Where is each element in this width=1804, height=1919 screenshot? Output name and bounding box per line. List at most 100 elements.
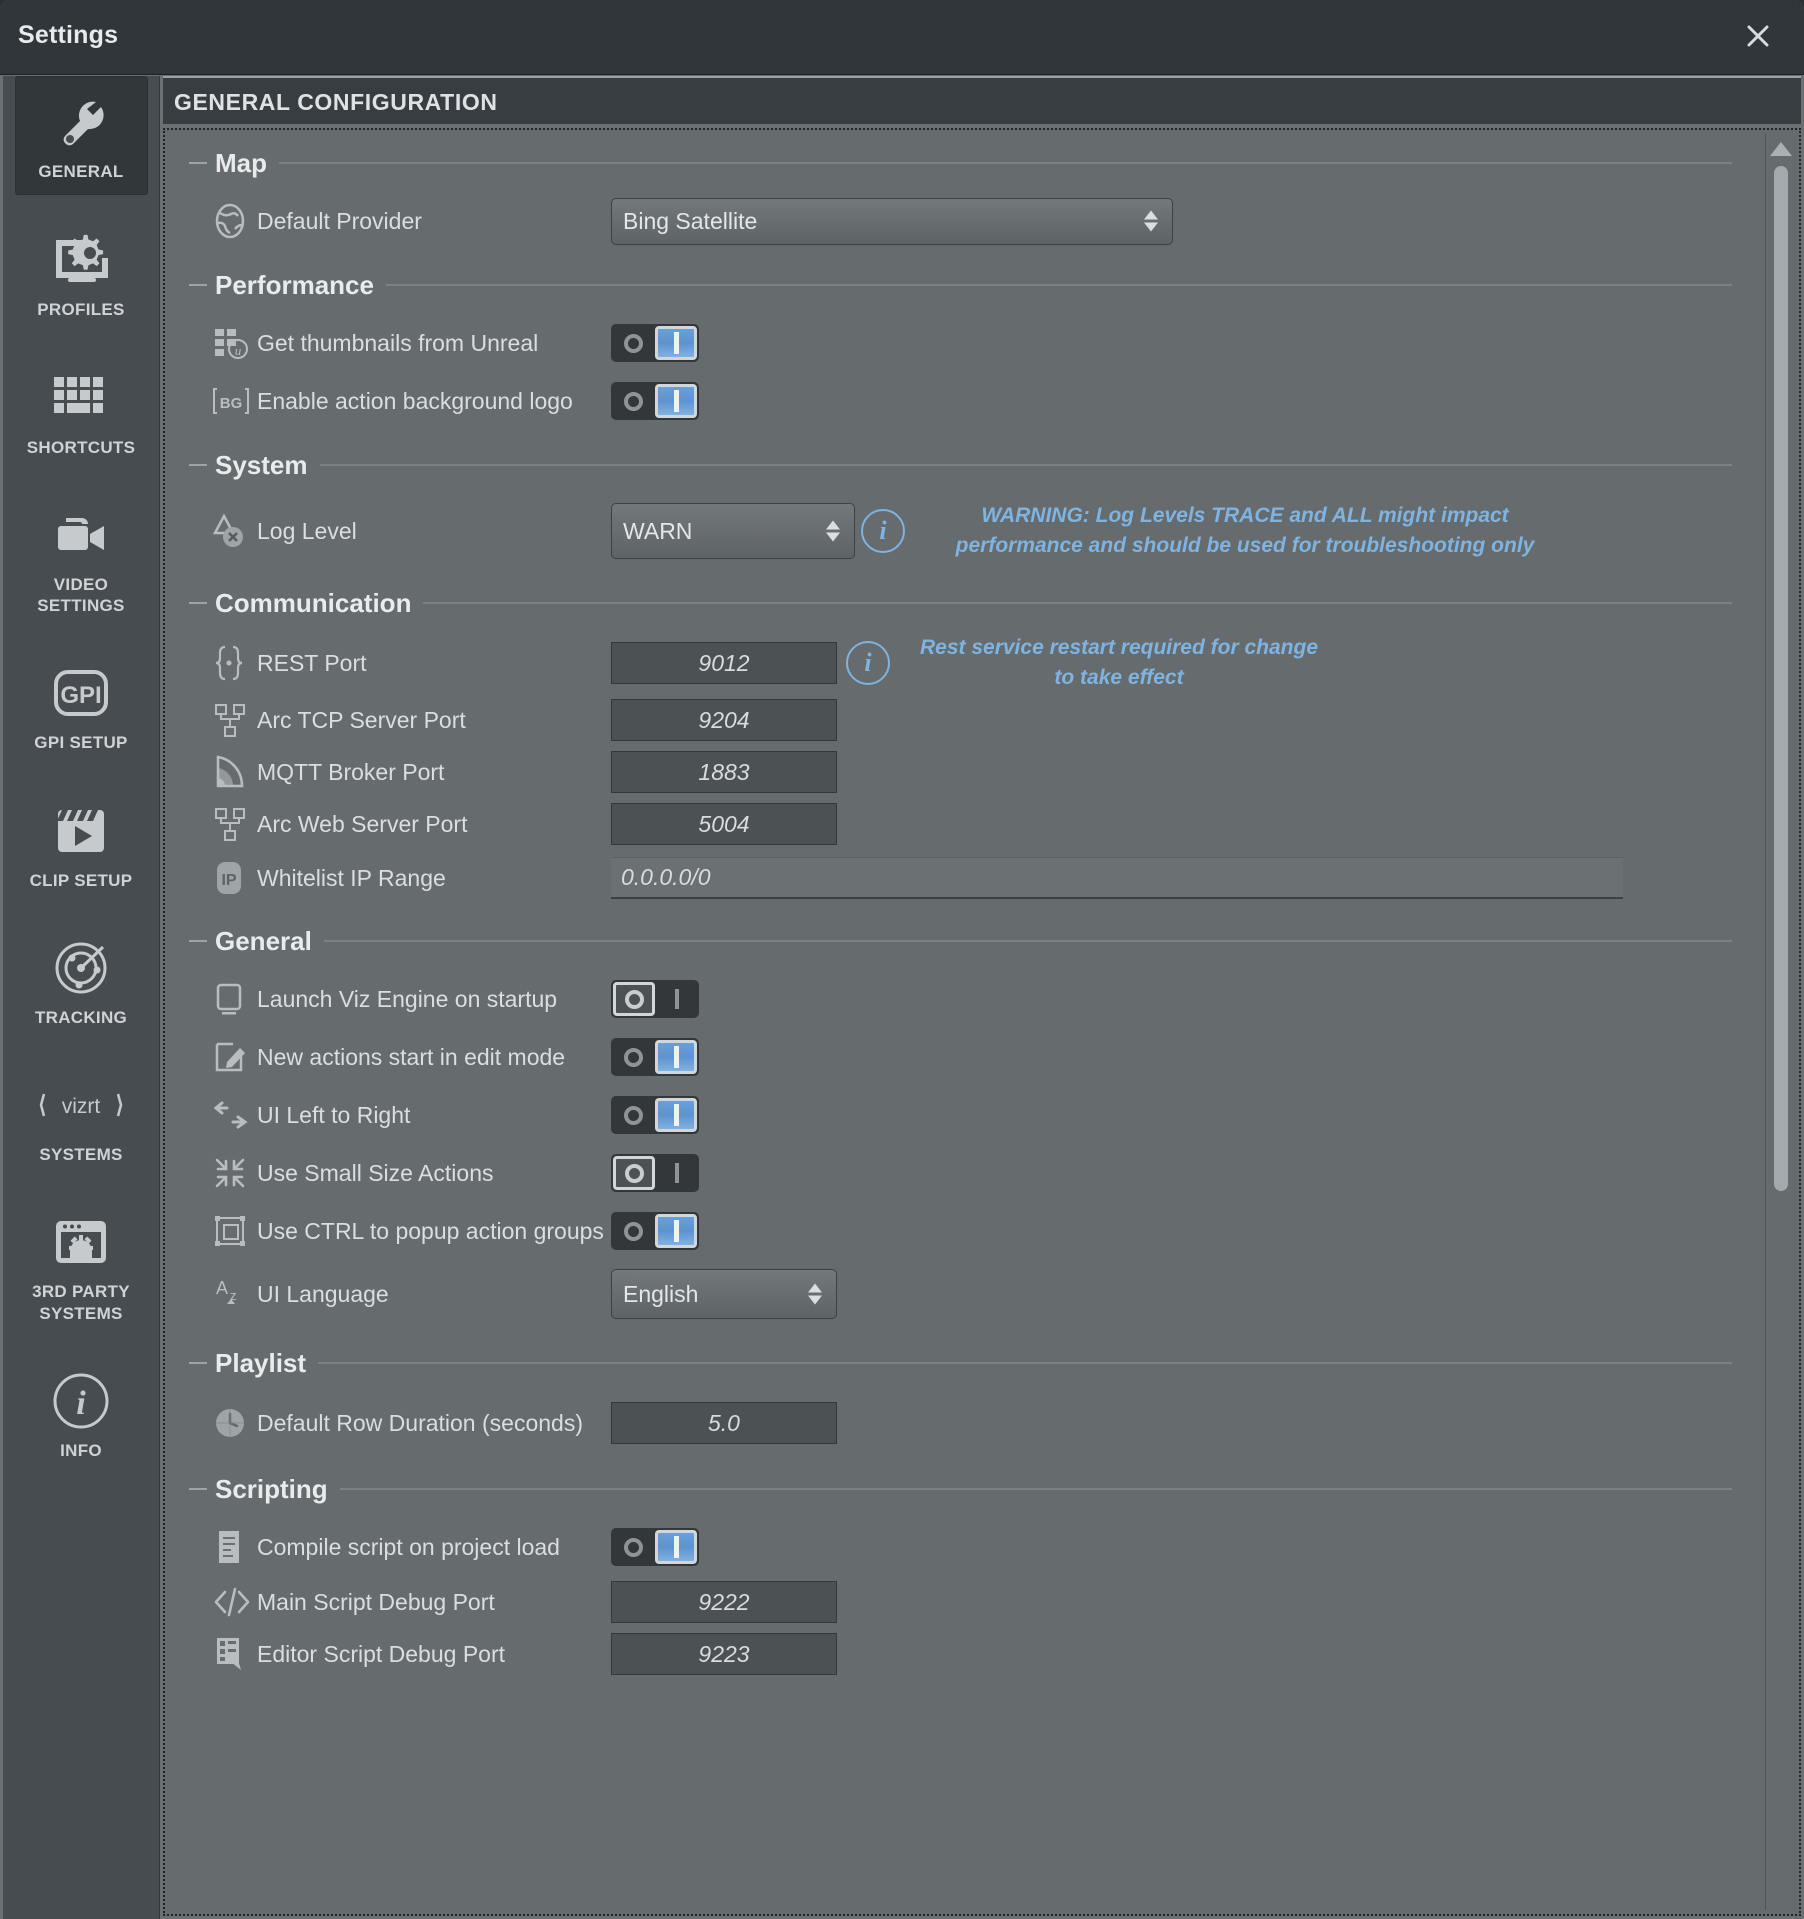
signal-waves-icon	[213, 752, 257, 792]
setting-label: Arc TCP Server Port	[257, 706, 466, 733]
toggle-off-side	[611, 324, 655, 362]
setting-label: Whitelist IP Range	[257, 864, 446, 891]
code-tags-icon	[213, 1582, 257, 1622]
sidebar-item-systems[interactable]: vizrt SYSTEMS	[15, 1060, 148, 1177]
group-title: Performance	[215, 269, 374, 300]
bg-logo-icon: BG	[213, 381, 257, 421]
sidebar-item-gpi-setup[interactable]: GPI GPI SETUP	[15, 648, 148, 765]
main-debug-port-input[interactable]: 9222	[611, 1581, 837, 1623]
setting-label: Launch Viz Engine on startup	[257, 985, 558, 1012]
row-label-wrap: Editor Script Debug Port	[213, 1634, 611, 1674]
toggle-edit-mode[interactable]	[611, 1038, 699, 1076]
editor-debug-port-input[interactable]: 9223	[611, 1633, 837, 1675]
gpi-icon: GPI	[17, 662, 146, 724]
toggle-knob	[655, 326, 697, 360]
setting-row-thumbnails-unreal: u Get thumbnails from Unreal	[213, 314, 1732, 372]
group-rule	[318, 1362, 1732, 1364]
toggle-thumbnails-unreal[interactable]	[611, 324, 699, 362]
row-label-wrap: IP Whitelist IP Range	[213, 858, 611, 898]
group-body: u Get thumbnails from Unreal BG Enable a…	[189, 306, 1732, 444]
sidebar-item-label: GPI SETUP	[34, 733, 128, 753]
clock-icon	[213, 1403, 257, 1443]
whitelist-ip-input[interactable]: 0.0.0.0/0	[611, 857, 1623, 899]
input-value: 1883	[698, 758, 750, 785]
setting-row-arc-tcp-port: Arc TCP Server Port 9204	[213, 694, 1732, 746]
group-scripting: Scripting Compile script on project load…	[189, 1468, 1732, 1694]
unreal-thumbnails-icon: u	[213, 323, 257, 363]
row-label-wrap: Use Small Size Actions	[213, 1153, 611, 1193]
svg-text:GPI: GPI	[60, 682, 101, 709]
close-button[interactable]	[1734, 12, 1782, 60]
group-header: Scripting	[189, 1468, 1732, 1510]
setting-row-mqtt-port: MQTT Broker Port 1883	[213, 746, 1732, 798]
group-rule	[279, 162, 1732, 164]
toggle-background-logo[interactable]	[611, 382, 699, 420]
group-rule	[319, 464, 1732, 466]
default-provider-dropdown[interactable]: Bing Satellite	[611, 197, 1173, 245]
arc-web-port-input[interactable]: 5004	[611, 803, 837, 845]
vertical-scrollbar[interactable]	[1765, 134, 1795, 1910]
scrollbar-thumb[interactable]	[1774, 166, 1788, 1191]
network-icon	[213, 804, 257, 844]
collapse-arrows-icon	[213, 1153, 257, 1193]
group-body: Launch Viz Engine on startup New actions…	[189, 962, 1732, 1342]
log-level-hint: WARNING: Log Levels TRACE and ALL might …	[955, 503, 1535, 557]
video-camera-icon	[17, 504, 146, 566]
arc-tcp-port-input[interactable]: 9204	[611, 699, 837, 741]
ui-language-dropdown[interactable]: English	[611, 1269, 837, 1319]
sidebar-item-label: 3RD PARTY SYSTEMS	[32, 1282, 130, 1323]
row-label-wrap: A z UI Language	[213, 1274, 611, 1314]
toggle-knob	[655, 1098, 697, 1132]
row-label-wrap: Log Level	[213, 511, 611, 551]
title-bar: Settings	[0, 0, 1804, 75]
sidebar-item-3rd-party-systems[interactable]: 3RD PARTY SYSTEMS	[15, 1197, 148, 1336]
setting-row-whitelist-ip: IP Whitelist IP Range 0.0.0.0/0	[213, 850, 1732, 906]
sidebar-item-video-settings[interactable]: VIDEO SETTINGS	[15, 490, 148, 629]
rest-port-input[interactable]: 9012	[611, 642, 837, 684]
sidebar-item-tracking[interactable]: TRACKING	[15, 923, 148, 1040]
toggle-compile-on-load[interactable]	[611, 1528, 699, 1566]
toggle-ctrl-popup[interactable]	[611, 1212, 699, 1250]
svg-text:IP: IP	[221, 872, 236, 889]
row-duration-input[interactable]: 5.0	[611, 1402, 837, 1444]
toggle-launch-viz[interactable]	[611, 980, 699, 1018]
setting-row-edit-mode: New actions start in edit mode	[213, 1028, 1732, 1086]
toggle-small-actions[interactable]	[611, 1154, 699, 1192]
spinner-arrows-icon	[826, 520, 840, 542]
info-icon[interactable]: i	[846, 641, 890, 685]
toggle-knob	[655, 384, 697, 418]
mqtt-port-input[interactable]: 1883	[611, 751, 837, 793]
braces-icon	[213, 643, 257, 683]
settings-scroll-area: Map Default Provider Bing Satellite Perf…	[165, 130, 1762, 1914]
setting-row-main-debug-port: Main Script Debug Port 9222	[213, 1576, 1732, 1628]
info-icon[interactable]: i	[861, 509, 905, 553]
row-label-wrap: Compile script on project load	[213, 1527, 611, 1567]
group-header: Map	[189, 142, 1732, 184]
spinner-arrows-icon	[808, 1283, 822, 1305]
sidebar-item-general[interactable]: GENERAL	[14, 76, 148, 196]
row-label-wrap: MQTT Broker Port	[213, 752, 611, 792]
spinner-arrows-icon	[1144, 210, 1158, 232]
script-document-icon	[213, 1527, 257, 1567]
svg-text:BG: BG	[220, 395, 243, 412]
setting-row-ctrl-popup: Use CTRL to popup action groups	[213, 1202, 1732, 1260]
sidebar-item-shortcuts[interactable]: SHORTCUTS	[15, 353, 148, 470]
row-label-wrap: Launch Viz Engine on startup	[213, 979, 611, 1019]
row-label-wrap: Arc Web Server Port	[213, 804, 611, 844]
content-header: GENERAL CONFIGURATION	[163, 76, 1801, 124]
toggle-ui-ltr[interactable]	[611, 1096, 699, 1134]
log-level-dropdown[interactable]: WARN	[611, 503, 855, 559]
sidebar-item-info[interactable]: i INFO	[15, 1356, 148, 1473]
sidebar-item-clip-setup[interactable]: CLIP SETUP	[15, 786, 148, 903]
scroll-up-arrow-icon[interactable]	[1769, 142, 1792, 156]
input-value: 9204	[698, 706, 750, 733]
group-header: Communication	[189, 582, 1732, 624]
input-value: 5004	[698, 810, 750, 837]
sidebar-item-profiles[interactable]: PROFILES	[15, 215, 148, 332]
setting-row-row-duration: Default Row Duration (seconds) 5.0	[213, 1392, 1732, 1454]
setting-label: Log Level	[257, 517, 357, 544]
group-title: Playlist	[215, 1347, 307, 1378]
group-map: Map Default Provider Bing Satellite	[189, 142, 1732, 264]
